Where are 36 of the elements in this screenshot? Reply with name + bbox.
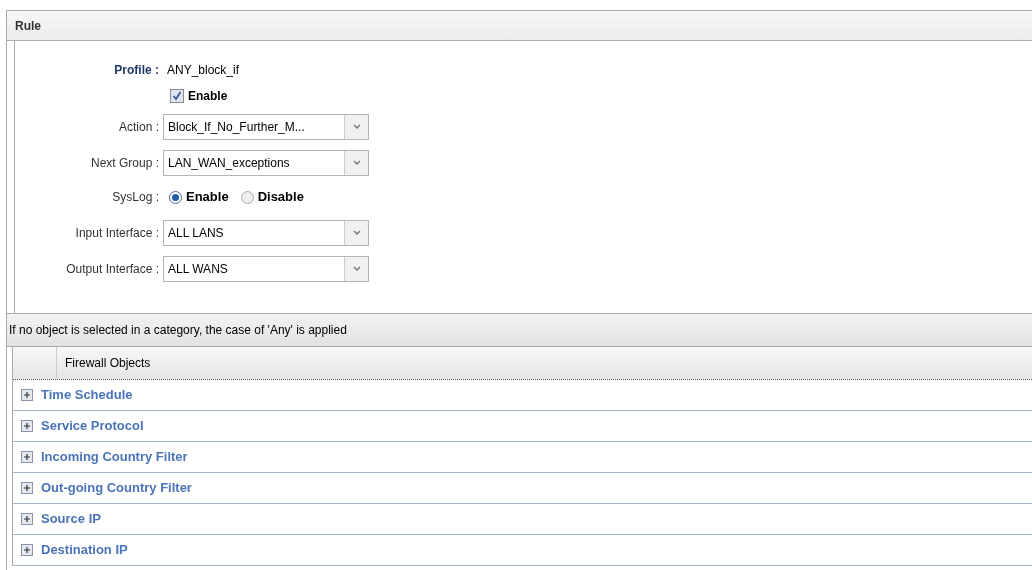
profile-label: Profile : bbox=[113, 62, 160, 79]
field-label: Output Interface : bbox=[65, 261, 160, 278]
field-label: Next Group : bbox=[89, 155, 160, 172]
expand-icon[interactable] bbox=[21, 389, 33, 401]
expand-icon[interactable] bbox=[21, 513, 33, 525]
field-label: SysLog : bbox=[111, 189, 160, 206]
category-label[interactable]: Time Schedule bbox=[41, 385, 133, 405]
radio-button[interactable] bbox=[169, 190, 182, 204]
field-label: Input Interface : bbox=[74, 225, 160, 242]
chevron-down-icon bbox=[352, 124, 361, 130]
checkbox-label: Enable bbox=[188, 88, 228, 105]
radio-label: Enable bbox=[186, 188, 229, 207]
expand-icon[interactable] bbox=[21, 482, 33, 494]
panel-header: Rule bbox=[7, 11, 1032, 41]
chevron-down-icon bbox=[352, 230, 361, 236]
expand-icon[interactable] bbox=[21, 544, 33, 556]
column-header: Firewall Objects bbox=[64, 355, 151, 372]
radio-label: Disable bbox=[257, 188, 304, 207]
chevron-down-icon bbox=[352, 266, 361, 272]
category-label[interactable]: Out-going Country Filter bbox=[41, 478, 192, 498]
category-label[interactable]: Source IP bbox=[41, 509, 101, 529]
category-label[interactable]: Destination IP bbox=[41, 540, 128, 560]
chevron-down-icon bbox=[352, 160, 361, 166]
expand-icon[interactable] bbox=[21, 420, 33, 432]
checkbox[interactable] bbox=[170, 89, 184, 103]
info-bar: If no object is selected in a category, the case of 'Any' is applied bbox=[7, 313, 1032, 347]
profile-value: ANY_block_if bbox=[166, 62, 240, 79]
radio-button[interactable] bbox=[240, 190, 254, 204]
dropdown[interactable]: ALL WANS bbox=[163, 256, 369, 282]
category-label[interactable]: Incoming Country Filter bbox=[41, 447, 188, 467]
dropdown[interactable]: Block_If_No_Further_M... bbox=[163, 114, 369, 140]
field-label: Action : bbox=[117, 119, 160, 136]
dropdown[interactable]: ALL LANS bbox=[163, 220, 369, 246]
dropdown[interactable]: LAN_WAN_exceptions bbox=[163, 150, 369, 176]
expand-icon[interactable] bbox=[21, 451, 33, 463]
category-label[interactable]: Service Protocol bbox=[41, 416, 144, 436]
